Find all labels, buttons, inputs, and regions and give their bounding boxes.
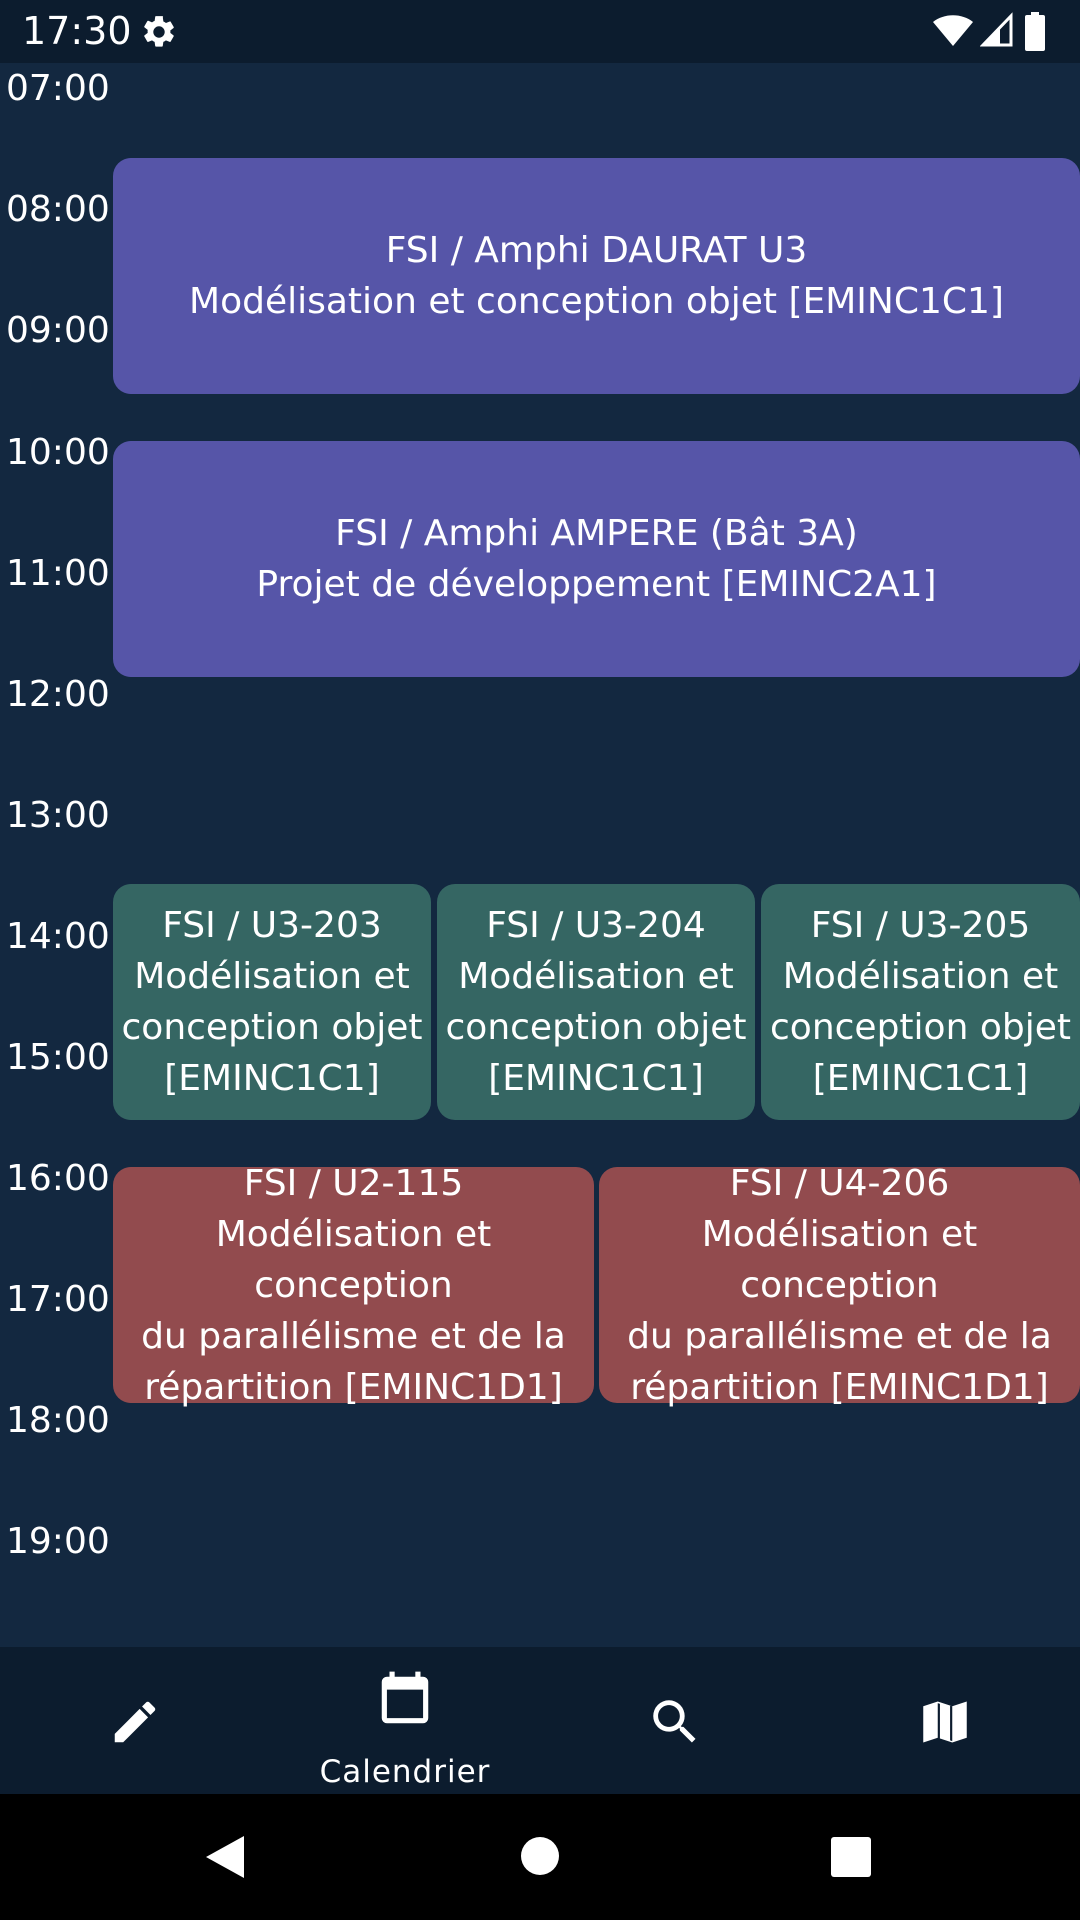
hour-label: 07:00 (6, 68, 110, 109)
cellular-signal-icon (980, 12, 1013, 47)
hour-label: 09:00 (6, 310, 110, 351)
status-icons (932, 12, 1062, 52)
nav-label-calendar: Calendrier (319, 1754, 491, 1790)
event-location: FSI / U2-115 (243, 1162, 464, 1204)
event-location: FSI / Amphi DAURAT U3 (385, 230, 808, 271)
event-course-line: Modélisation et conception (215, 1213, 492, 1306)
event-course-line: répartition [EMINC1D1] (144, 1366, 563, 1408)
event-location: FSI / Amphi AMPERE (Bât 3A) (335, 513, 858, 554)
battery-icon (1025, 12, 1045, 51)
event-course: Projet de développement [EMINC2A1] (256, 564, 937, 605)
nav-item-edit[interactable] (0, 1647, 270, 1794)
event-card[interactable]: FSI / U4-206 Modélisation et conception … (599, 1163, 1080, 1408)
event-course-line: conception objet (121, 1007, 423, 1048)
status-time: 17:30 (22, 9, 132, 53)
event-location: FSI / U3-203 (162, 905, 382, 946)
event-course-line: [EMINC1C1] (164, 1058, 380, 1099)
event-course-line: [EMINC1C1] (812, 1058, 1029, 1099)
hour-label: 19:00 (6, 1521, 110, 1562)
event-course-line: conception objet (445, 1007, 747, 1048)
day-timeline[interactable]: 07:00 08:00 09:00 10:00 11:00 12:00 13:0… (0, 63, 1080, 1647)
nav-item-calendar[interactable]: Calendrier (270, 1647, 540, 1794)
event-location: FSI / U3-204 (486, 905, 706, 946)
event-location: FSI / U3-205 (810, 905, 1031, 946)
hour-label: 13:00 (6, 795, 110, 836)
hour-label: 10:00 (6, 432, 110, 473)
hour-label: 08:00 (6, 189, 110, 230)
pencil-icon (114, 1701, 156, 1743)
map-icon (923, 1701, 967, 1743)
event-card[interactable]: FSI / Amphi DAURAT U3 Modélisation et co… (113, 158, 1080, 394)
event-card[interactable]: FSI / U3-204 Modélisation et conception … (437, 884, 755, 1120)
event-location: FSI / U4-206 (729, 1162, 950, 1204)
event-course-line: conception objet (770, 1007, 1071, 1048)
event-card[interactable]: FSI / Amphi AMPERE (Bât 3A) Projet de dé… (113, 441, 1080, 677)
event-card[interactable]: FSI / U2-115 Modélisation et conception … (113, 1163, 594, 1408)
screen: 17:30 07:00 08:00 09:00 10:00 11:00 12:0… (0, 0, 1080, 1920)
hour-label: 12:00 (6, 674, 110, 715)
home-icon[interactable] (520, 1836, 560, 1876)
nav-item-map[interactable] (810, 1647, 1080, 1794)
recents-icon[interactable] (831, 1837, 871, 1877)
bottom-navigation: Calendrier (0, 1647, 1080, 1794)
settings-icon (144, 16, 174, 47)
nav-item-search[interactable] (540, 1647, 810, 1794)
event-course-line: Modélisation et (782, 956, 1059, 997)
event-course-line: répartition [EMINC1D1] (630, 1366, 1049, 1408)
hour-label: 11:00 (6, 553, 110, 594)
system-navigation-bar (0, 1794, 1080, 1920)
event-course: Modélisation et conception objet [EMINC1… (189, 281, 1004, 322)
event-course-line: [EMINC1C1] (488, 1058, 704, 1099)
search-icon (653, 1700, 696, 1743)
hour-label: 15:00 (6, 1037, 110, 1078)
status-bar: 17:30 (0, 0, 1080, 63)
event-course-line: Modélisation et conception (701, 1213, 978, 1306)
event-card[interactable]: FSI / U3-205 Modélisation et conception … (761, 884, 1080, 1120)
event-course-line: du parallélisme et de la (141, 1315, 566, 1357)
hour-label: 14:00 (6, 916, 110, 957)
back-icon[interactable] (204, 1834, 246, 1880)
hour-label: 18:00 (6, 1400, 110, 1441)
hour-label: 16:00 (6, 1158, 110, 1199)
event-course-line: Modélisation et (458, 956, 734, 997)
event-card[interactable]: FSI / U3-203 Modélisation et conception … (113, 884, 431, 1120)
hour-label: 17:00 (6, 1279, 110, 1320)
event-course-line: du parallélisme et de la (627, 1315, 1052, 1357)
event-course-line: Modélisation et (134, 956, 410, 997)
calendar-icon (381, 1671, 429, 1724)
wifi-icon (933, 15, 973, 46)
